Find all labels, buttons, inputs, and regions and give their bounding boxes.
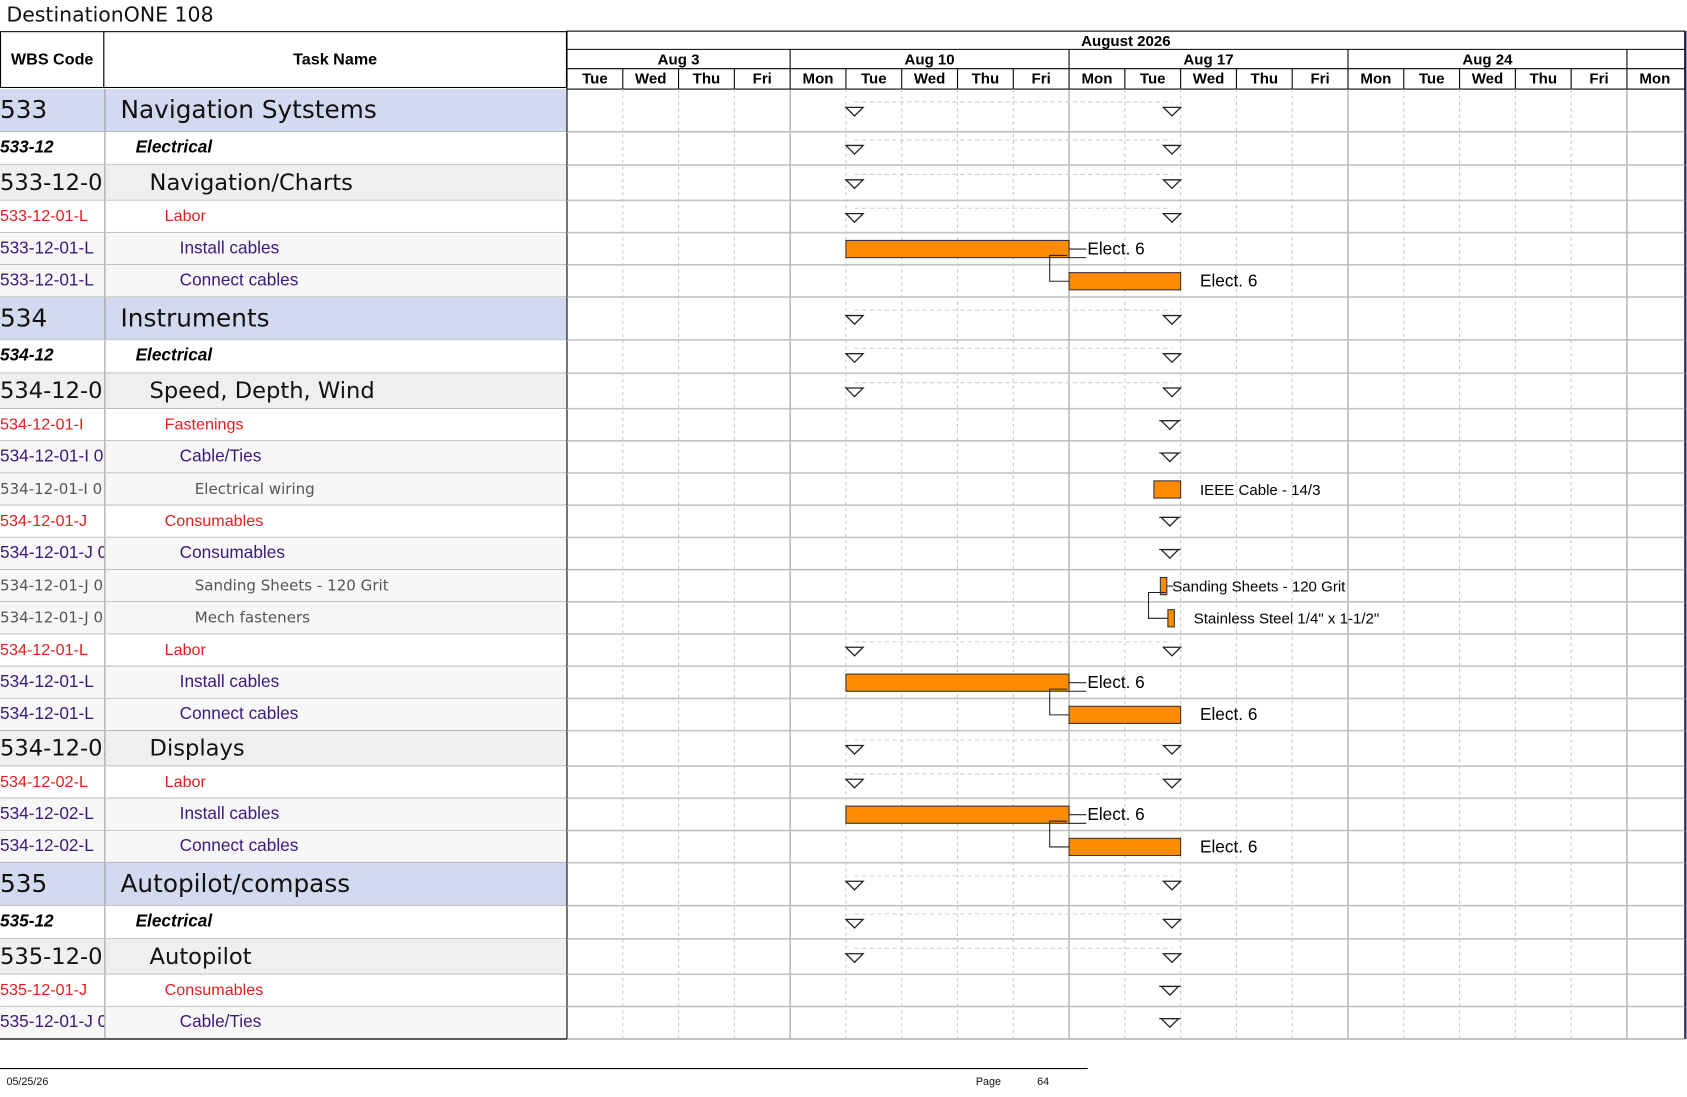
day-label: Fri	[1589, 71, 1608, 88]
summary-end-marker	[1161, 212, 1183, 224]
bar-label: Elect. 6	[1200, 836, 1257, 856]
summary-end-marker	[1161, 744, 1183, 755]
day-label: Mon	[1081, 71, 1112, 88]
bar-label: Elect. 6	[1087, 238, 1144, 258]
footer-page-label: Page	[975, 1076, 1001, 1089]
week-label: Aug 17	[1183, 51, 1233, 68]
milestone-marker	[1159, 516, 1181, 527]
summary-end-marker	[1161, 387, 1183, 398]
summary-start-marker	[844, 953, 865, 964]
week-label: Aug 3	[658, 51, 700, 68]
summary-end-marker	[1161, 106, 1183, 117]
milestone-marker	[1159, 1018, 1181, 1029]
summary-end-marker	[1161, 646, 1183, 657]
day-label: Tue	[582, 71, 608, 88]
task-bar	[845, 673, 1070, 692]
summary-start-marker	[844, 778, 865, 789]
summary-start-marker	[844, 918, 865, 929]
day-label: Thu	[1251, 71, 1279, 88]
day-label: Fri	[1310, 71, 1329, 88]
summary-end-marker	[1161, 918, 1183, 929]
summary-end-marker	[1161, 778, 1183, 789]
footer-page-number: 64	[1037, 1076, 1050, 1089]
bar-label: Stainless Steel 1/4" x 1-1/2"	[1194, 611, 1380, 628]
summary-start-marker	[844, 387, 865, 398]
bar-label: Elect. 6	[1200, 704, 1257, 724]
milestone-marker	[1159, 985, 1181, 996]
task-bar	[1068, 837, 1182, 857]
bar-label: Sanding Sheets - 120 Grit	[1172, 578, 1346, 595]
week-label: Aug 10	[905, 51, 955, 68]
summary-end-marker	[1161, 179, 1183, 190]
summary-end-marker	[1161, 880, 1183, 891]
dependency-link	[1147, 591, 1168, 619]
summary-start-marker	[844, 880, 865, 891]
bar-label: Elect. 6	[1087, 672, 1144, 692]
month-label: August 2026	[1081, 33, 1170, 50]
day-label: Tue	[861, 71, 887, 88]
day-label: Mon	[1360, 71, 1391, 88]
day-label: Wed	[914, 71, 946, 88]
task-bar	[845, 805, 1070, 824]
bar-label: Elect. 6	[1087, 804, 1144, 824]
day-label: Fri	[1032, 71, 1051, 88]
day-label: Thu	[693, 71, 721, 88]
summary-end-marker	[1161, 314, 1183, 326]
day-label: Thu	[1529, 71, 1557, 88]
summary-start-marker	[844, 646, 865, 657]
summary-end-marker	[1161, 144, 1183, 155]
day-label: Tue	[1140, 71, 1166, 88]
summary-end-marker	[1161, 953, 1183, 964]
task-bar	[1167, 609, 1175, 628]
milestone-marker	[1159, 420, 1181, 431]
day-label: Tue	[1419, 71, 1445, 88]
bar-label: IEEE Cable - 14/3	[1200, 482, 1320, 499]
summary-start-marker	[844, 179, 865, 190]
summary-end-marker	[1161, 353, 1183, 364]
dependency-link	[1049, 820, 1070, 848]
summary-start-marker	[844, 106, 865, 117]
day-label: Wed	[635, 71, 667, 88]
task-bar	[1068, 272, 1182, 291]
summary-start-marker	[844, 744, 865, 755]
milestone-marker	[1159, 548, 1181, 560]
dependency-link	[1049, 254, 1070, 282]
day-label: Mon	[1639, 71, 1670, 88]
milestone-marker	[1159, 452, 1181, 463]
dependency-link	[1049, 688, 1070, 716]
week-label: Aug 24	[1462, 51, 1513, 68]
summary-start-marker	[844, 212, 865, 224]
gantt-chart: August 2026 Aug 3 Aug 10 Aug 17 Aug 24 Tue Wed…	[0, 30, 1687, 1040]
task-bar	[1153, 480, 1182, 499]
footer-date: 05/25/26	[6, 1076, 49, 1089]
summary-start-marker	[844, 353, 865, 364]
day-label: Fri	[753, 71, 772, 88]
task-bar	[845, 239, 1070, 259]
task-bar	[1068, 705, 1182, 725]
day-label: Mon	[803, 71, 834, 88]
day-label: Thu	[972, 71, 1000, 88]
day-label: Wed	[1193, 71, 1225, 88]
day-label: Wed	[1472, 71, 1504, 88]
bar-label: Elect. 6	[1200, 271, 1257, 291]
footer-divider	[0, 1068, 1088, 1070]
summary-start-marker	[844, 314, 865, 326]
summary-start-marker	[844, 144, 865, 155]
